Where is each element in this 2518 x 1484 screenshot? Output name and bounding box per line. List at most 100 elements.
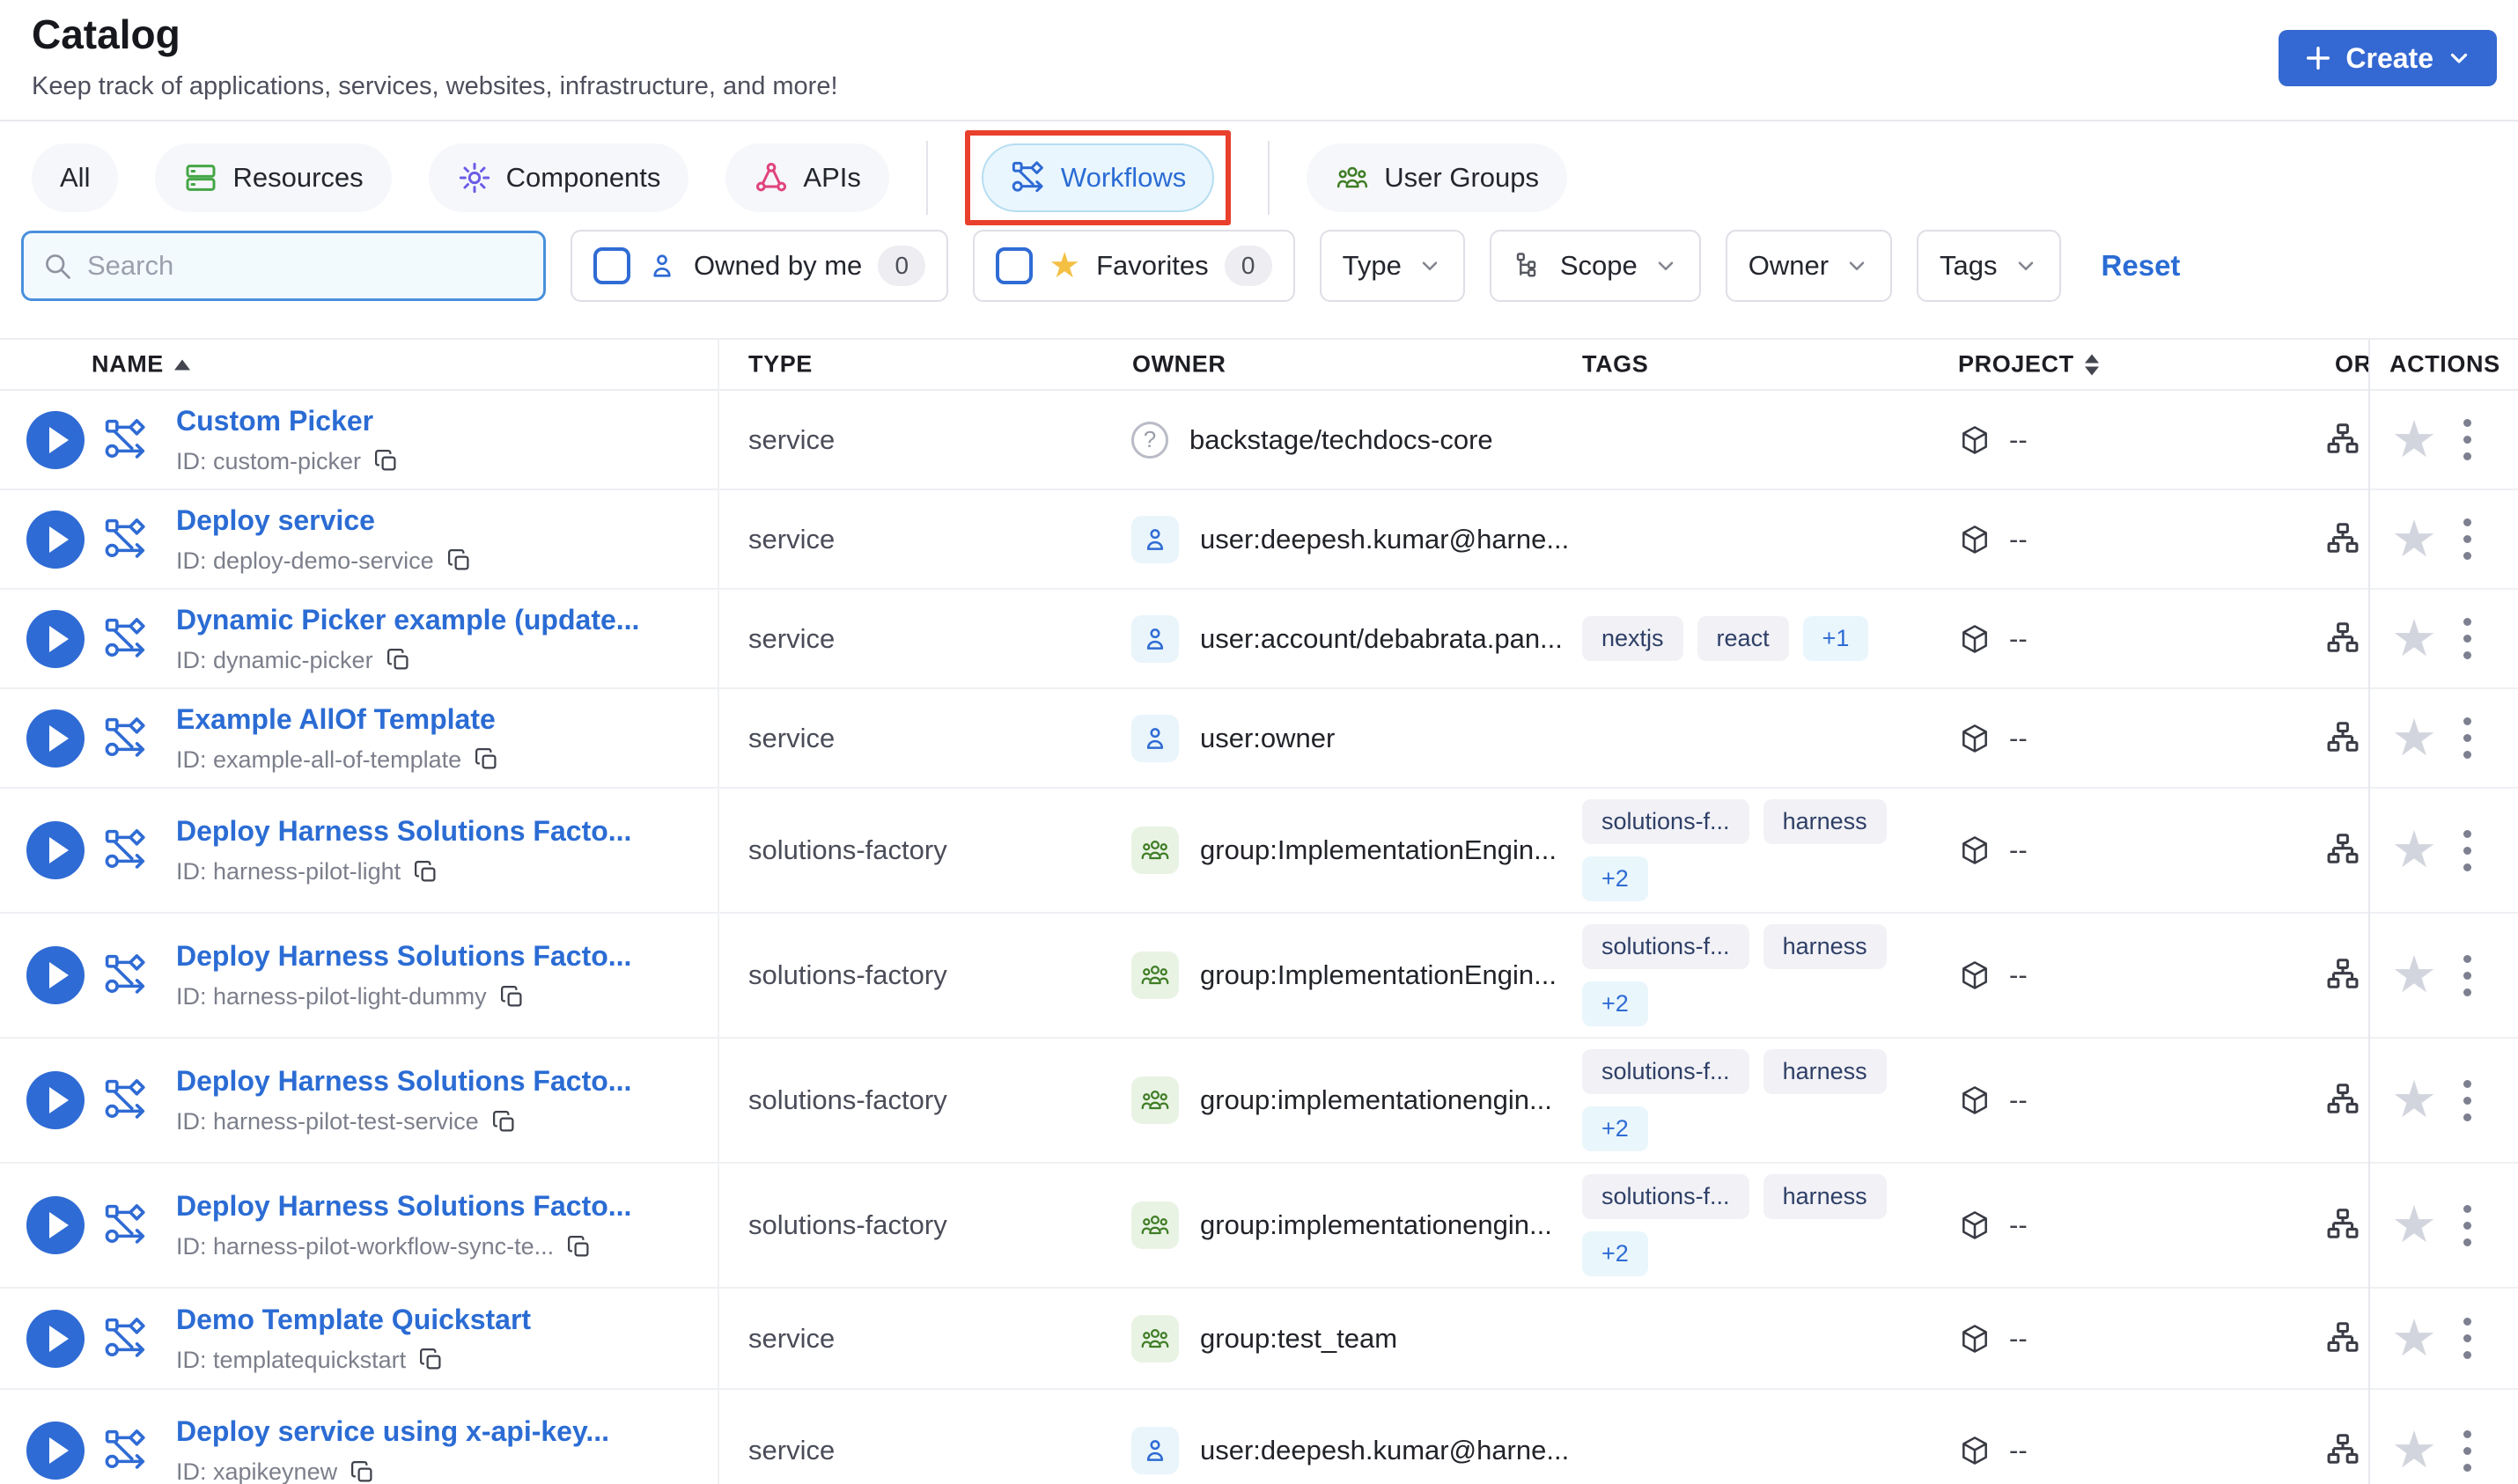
favorites-filter[interactable]: Favorites 0	[973, 230, 1295, 302]
run-workflow-button[interactable]	[26, 410, 85, 469]
workflow-name-link[interactable]: Deploy Harness Solutions Facto...	[176, 815, 631, 848]
workflow-name-link[interactable]: Deploy Harness Solutions Facto...	[176, 1190, 631, 1223]
name-cell: Custom Picker ID: custom-picker	[176, 391, 400, 489]
copy-icon[interactable]	[499, 984, 526, 1010]
kebab-menu-icon[interactable]	[2463, 391, 2471, 489]
org-chart-icon[interactable]	[2323, 1039, 2363, 1162]
org-chart-icon[interactable]	[2323, 789, 2363, 912]
org-chart-icon[interactable]	[2323, 1289, 2363, 1388]
owner-dropdown[interactable]: Owner	[1725, 230, 1893, 302]
run-workflow-button[interactable]	[26, 821, 85, 879]
owned-by-me-filter[interactable]: Owned by me 0	[571, 230, 949, 302]
workflow-name-link[interactable]: Custom Picker	[176, 405, 373, 437]
run-workflow-button[interactable]	[26, 1309, 85, 1368]
workflow-name-link[interactable]: Deploy service	[176, 504, 375, 537]
org-chart-icon[interactable]	[2323, 391, 2363, 489]
tab-apis[interactable]: APIs	[725, 143, 889, 212]
owner-cell: group:ImplementationEngin...	[1131, 914, 1557, 1037]
favorite-star-icon[interactable]	[2391, 689, 2437, 787]
more-tags-badge[interactable]: +2	[1582, 981, 1648, 1026]
copy-icon[interactable]	[350, 1459, 376, 1484]
more-tags-badge[interactable]: +1	[1802, 616, 1869, 661]
copy-icon[interactable]	[418, 1347, 445, 1373]
favorite-star-icon[interactable]	[2391, 1164, 2437, 1287]
favorite-star-icon[interactable]	[2391, 914, 2437, 1037]
create-button[interactable]: Create	[2279, 30, 2497, 86]
favorite-star-icon[interactable]	[2391, 1390, 2437, 1484]
run-workflow-button[interactable]	[26, 609, 85, 668]
favorite-star-icon[interactable]	[2391, 590, 2437, 687]
workflow-name-link[interactable]: Demo Template Quickstart	[176, 1304, 531, 1336]
run-workflow-button[interactable]	[26, 1422, 85, 1480]
tag-pill[interactable]: harness	[1763, 799, 1887, 844]
tag-pill[interactable]: solutions-f...	[1582, 924, 1749, 969]
kebab-menu-icon[interactable]	[2463, 1289, 2471, 1388]
favorite-star-icon[interactable]	[2391, 789, 2437, 912]
kebab-menu-icon[interactable]	[2463, 1164, 2471, 1287]
person-icon	[646, 250, 678, 282]
more-tags-badge[interactable]: +2	[1582, 856, 1648, 901]
run-workflow-button[interactable]	[26, 510, 85, 569]
owner-name: user:deepesh.kumar@harne...	[1200, 1435, 1570, 1466]
org-chart-icon[interactable]	[2323, 914, 2363, 1037]
copy-icon[interactable]	[474, 746, 500, 773]
org-chart-icon[interactable]	[2323, 1390, 2363, 1484]
copy-icon[interactable]	[566, 1234, 593, 1260]
copy-icon[interactable]	[446, 547, 473, 574]
search-input[interactable]	[87, 250, 526, 282]
kebab-menu-icon[interactable]	[2463, 689, 2471, 787]
workflow-name-link[interactable]: Example AllOf Template	[176, 703, 496, 736]
tab-workflows[interactable]: Workflows	[981, 143, 1215, 212]
org-chart-icon[interactable]	[2323, 490, 2363, 588]
tag-pill[interactable]: react	[1697, 616, 1789, 661]
copy-icon[interactable]	[491, 1109, 518, 1135]
tag-pill[interactable]: harness	[1763, 924, 1887, 969]
run-workflow-button[interactable]	[26, 709, 85, 768]
owned-by-me-checkbox[interactable]	[593, 247, 630, 284]
org-chart-icon[interactable]	[2323, 1164, 2363, 1287]
reset-filters-button[interactable]: Reset	[2102, 249, 2181, 283]
kebab-menu-icon[interactable]	[2463, 789, 2471, 912]
tag-pill[interactable]: solutions-f...	[1582, 799, 1749, 844]
tab-user-groups[interactable]: User Groups	[1307, 143, 1568, 212]
workflow-name-link[interactable]: Deploy service using x-api-key...	[176, 1415, 609, 1448]
run-workflow-button[interactable]	[26, 946, 85, 1004]
kebab-menu-icon[interactable]	[2463, 590, 2471, 687]
scope-dropdown[interactable]: Scope	[1489, 230, 1701, 302]
org-chart-icon[interactable]	[2323, 590, 2363, 687]
tag-pill[interactable]: harness	[1763, 1174, 1887, 1219]
workflow-name-link[interactable]: Deploy Harness Solutions Facto...	[176, 1065, 631, 1098]
type-dropdown[interactable]: Type	[1319, 230, 1465, 302]
tab-all-label: All	[60, 162, 91, 193]
tab-all[interactable]: All	[32, 143, 119, 212]
tag-pill[interactable]: solutions-f...	[1582, 1174, 1749, 1219]
kebab-menu-icon[interactable]	[2463, 1390, 2471, 1484]
tags-dropdown[interactable]: Tags	[1917, 230, 2061, 302]
workflow-name-link[interactable]: Deploy Harness Solutions Facto...	[176, 940, 631, 973]
copy-icon[interactable]	[386, 647, 412, 673]
kebab-menu-icon[interactable]	[2463, 490, 2471, 588]
tag-pill[interactable]: nextjs	[1582, 616, 1683, 661]
run-workflow-button[interactable]	[26, 1196, 85, 1254]
kebab-menu-icon[interactable]	[2463, 1039, 2471, 1162]
more-tags-badge[interactable]: +2	[1582, 1231, 1648, 1276]
tag-pill[interactable]: harness	[1763, 1049, 1887, 1094]
column-header-name[interactable]: NAME	[92, 351, 190, 378]
favorite-star-icon[interactable]	[2391, 1039, 2437, 1162]
workflow-id: ID: dynamic-picker	[176, 646, 373, 673]
more-tags-badge[interactable]: +2	[1582, 1106, 1648, 1151]
tag-pill[interactable]: solutions-f...	[1582, 1049, 1749, 1094]
tab-resources[interactable]: Resources	[155, 143, 392, 212]
favorite-star-icon[interactable]	[2391, 391, 2437, 489]
copy-icon[interactable]	[373, 448, 400, 474]
favorite-star-icon[interactable]	[2391, 490, 2437, 588]
run-workflow-button[interactable]	[26, 1071, 85, 1129]
kebab-menu-icon[interactable]	[2463, 914, 2471, 1037]
copy-icon[interactable]	[413, 859, 439, 885]
favorite-star-icon[interactable]	[2391, 1289, 2437, 1388]
favorites-checkbox[interactable]	[996, 247, 1034, 284]
tab-components[interactable]: Components	[428, 143, 689, 212]
workflow-name-link[interactable]: Dynamic Picker example (update...	[176, 604, 639, 636]
org-chart-icon[interactable]	[2323, 689, 2363, 787]
column-header-project[interactable]: PROJECT	[1958, 351, 2099, 378]
